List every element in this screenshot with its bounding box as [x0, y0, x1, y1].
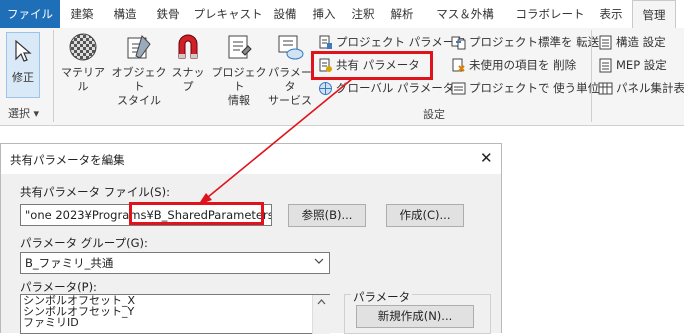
annotation-arrow	[198, 78, 353, 205]
